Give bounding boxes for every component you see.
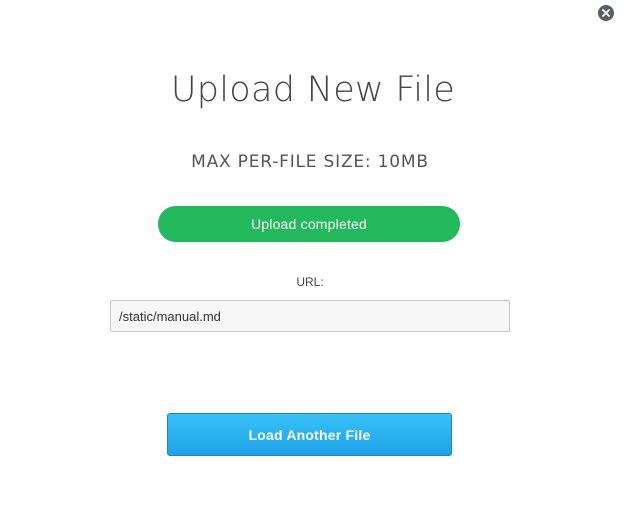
dialog-title: Upload New File <box>170 70 456 110</box>
max-size-text: MAX PER-FILE SIZE: 10MB <box>191 152 429 172</box>
load-another-file-button[interactable]: Load Another File <box>167 413 452 456</box>
upload-progress-bar: Upload completed <box>158 206 460 242</box>
progress-label: Upload completed <box>250 216 368 232</box>
close-button[interactable] <box>598 5 614 21</box>
url-input[interactable] <box>110 300 510 332</box>
url-label: URL: <box>296 275 324 289</box>
upload-dialog: Upload New File MAX PER-FILE SIZE: 10MB … <box>0 0 626 519</box>
close-icon <box>602 9 610 17</box>
